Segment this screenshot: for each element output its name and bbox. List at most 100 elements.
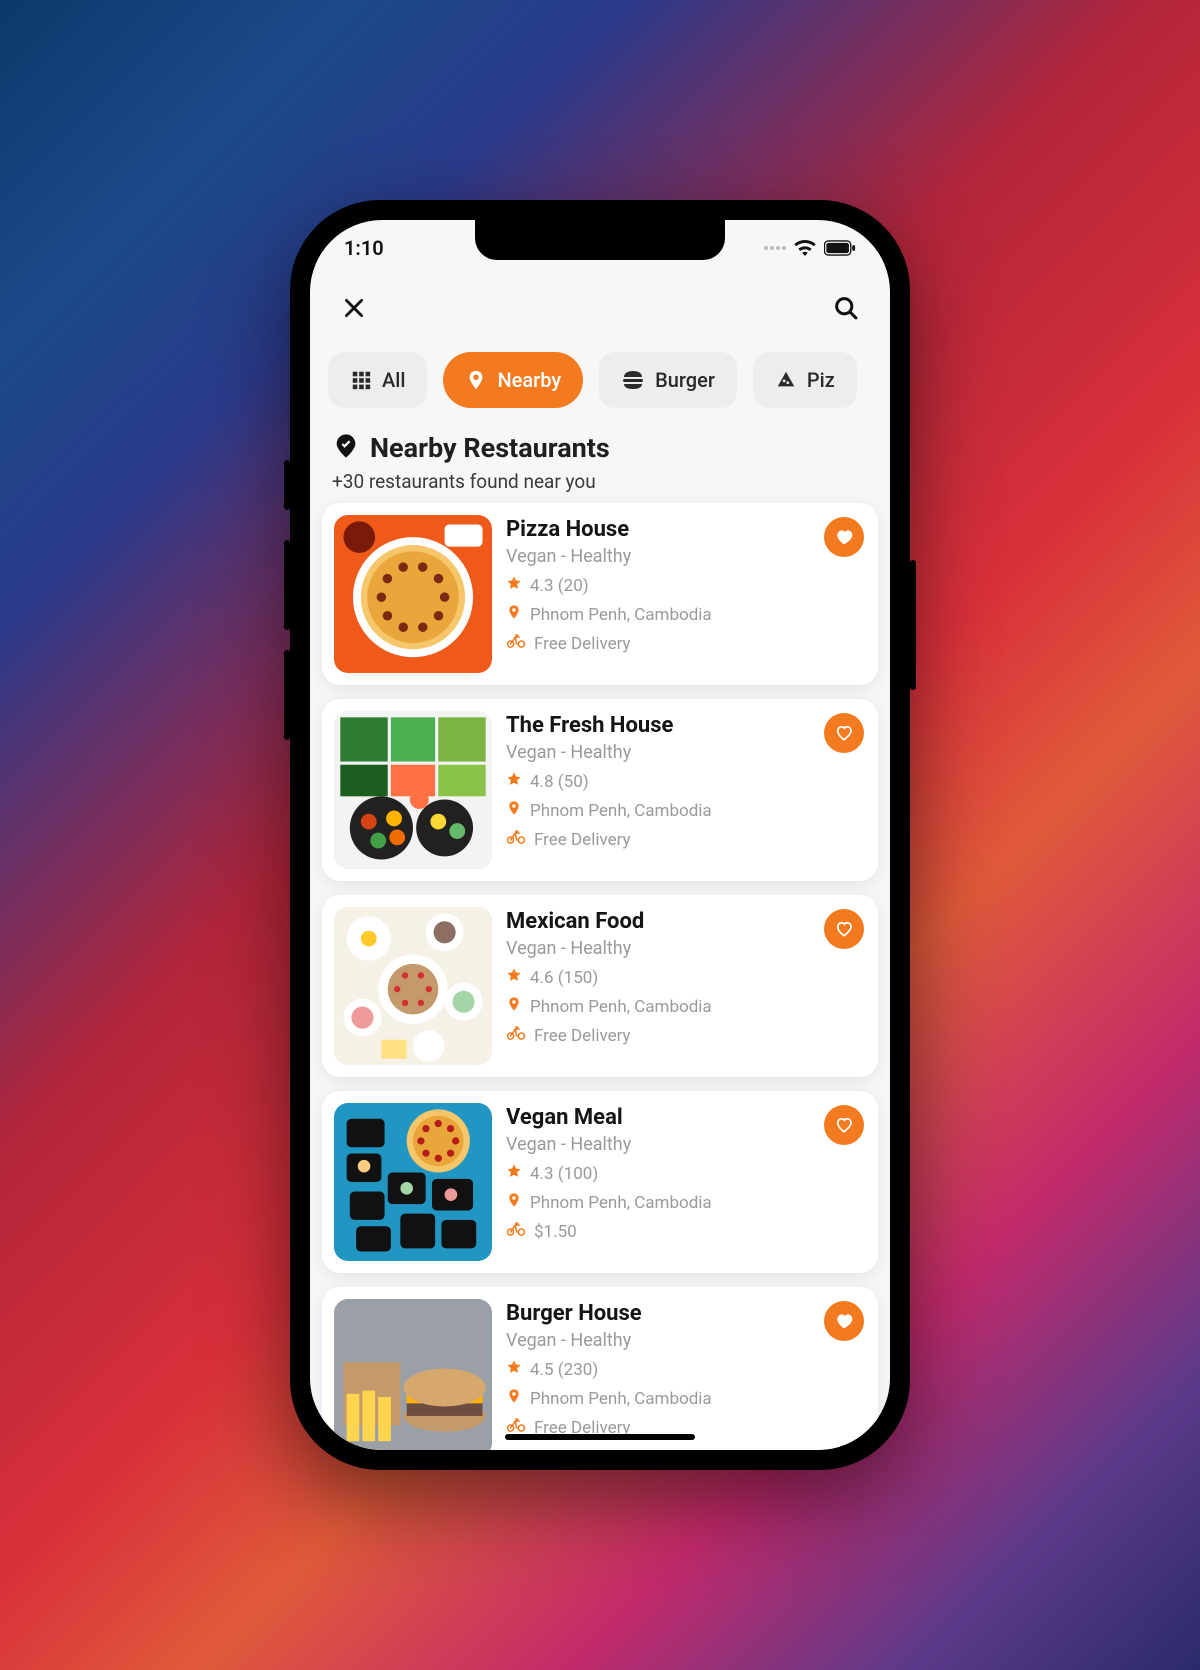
restaurant-delivery: Free Delivery (534, 830, 631, 850)
pin-icon (506, 1192, 522, 1213)
restaurant-delivery: Free Delivery (534, 1026, 631, 1046)
restaurant-body: Mexican Food Vegan - Healthy 4.6 (150) P… (506, 907, 866, 1065)
restaurant-name: Vegan Meal (506, 1105, 866, 1130)
cellular-dots-icon (764, 246, 786, 250)
restaurant-card[interactable]: Vegan Meal Vegan - Healthy 4.3 (100) Phn… (322, 1091, 878, 1273)
restaurant-card[interactable]: Mexican Food Vegan - Healthy 4.6 (150) P… (322, 895, 878, 1077)
phone-frame: 1:10 (290, 200, 910, 1470)
chip-label: Burger (655, 368, 715, 392)
pin-icon (506, 996, 522, 1017)
bike-icon (506, 633, 526, 654)
restaurant-rating-row: 4.3 (100) (506, 1163, 866, 1184)
status-right (764, 240, 856, 256)
section-subtitle: +30 restaurants found near you (332, 470, 868, 493)
restaurant-tags: Vegan - Healthy (506, 742, 866, 763)
restaurant-location-row: Phnom Penh, Cambodia (506, 996, 866, 1017)
close-icon (341, 295, 367, 325)
restaurant-delivery-row: Free Delivery (506, 829, 866, 850)
restaurant-delivery: $1.50 (534, 1222, 577, 1242)
restaurant-thumbnail (334, 515, 492, 673)
heart-icon (834, 1311, 854, 1331)
restaurant-tags: Vegan - Healthy (506, 1134, 866, 1155)
status-time: 1:10 (344, 236, 384, 260)
chip-nearby[interactable]: Nearby (443, 352, 583, 408)
battery-icon (824, 240, 856, 256)
restaurant-location-row: Phnom Penh, Cambodia (506, 604, 866, 625)
app-bar (310, 276, 890, 344)
restaurant-location: Phnom Penh, Cambodia (530, 801, 712, 821)
restaurant-location: Phnom Penh, Cambodia (530, 1389, 712, 1409)
chip-all[interactable]: All (328, 352, 427, 408)
star-icon (506, 1359, 522, 1380)
restaurant-name: Burger House (506, 1301, 866, 1326)
section-title: Nearby Restaurants (370, 432, 610, 464)
star-icon (506, 575, 522, 596)
heart-icon (834, 1115, 854, 1135)
restaurant-rating: 4.3 (100) (530, 1164, 598, 1184)
restaurant-tags: Vegan - Healthy (506, 1330, 866, 1351)
restaurant-location: Phnom Penh, Cambodia (530, 1193, 712, 1213)
restaurant-location: Phnom Penh, Cambodia (530, 997, 712, 1017)
favorite-button[interactable] (824, 1105, 864, 1145)
restaurant-card[interactable]: Burger House Vegan - Healthy 4.5 (230) P… (322, 1287, 878, 1450)
bike-icon (506, 1025, 526, 1046)
favorite-button[interactable] (824, 1301, 864, 1341)
search-icon (832, 294, 860, 326)
restaurant-name: Mexican Food (506, 909, 866, 934)
search-button[interactable] (824, 288, 868, 332)
close-button[interactable] (332, 288, 376, 332)
star-icon (506, 967, 522, 988)
phone-side-button (910, 560, 916, 690)
restaurant-location: Phnom Penh, Cambodia (530, 605, 712, 625)
grid-icon (350, 369, 372, 391)
chip-burger[interactable]: Burger (599, 352, 737, 408)
restaurant-rating: 4.3 (20) (530, 576, 589, 596)
restaurant-rating-row: 4.3 (20) (506, 575, 866, 596)
restaurant-location-row: Phnom Penh, Cambodia (506, 1388, 866, 1409)
restaurant-body: The Fresh House Vegan - Healthy 4.8 (50)… (506, 711, 866, 869)
restaurant-body: Burger House Vegan - Healthy 4.5 (230) P… (506, 1299, 866, 1450)
category-chips[interactable]: All Nearby Burger Piz (310, 344, 890, 416)
section-header: Nearby Restaurants +30 restaurants found… (310, 416, 890, 503)
pin-icon (465, 369, 487, 391)
bike-icon (506, 1221, 526, 1242)
restaurant-list[interactable]: Pizza House Vegan - Healthy 4.3 (20) Phn… (310, 503, 890, 1450)
home-indicator[interactable] (505, 1434, 695, 1440)
restaurant-rating: 4.8 (50) (530, 772, 589, 792)
phone-side-button (284, 460, 290, 510)
pizza-icon (775, 369, 797, 391)
wifi-icon (794, 240, 816, 256)
restaurant-card[interactable]: The Fresh House Vegan - Healthy 4.8 (50)… (322, 699, 878, 881)
restaurant-thumbnail (334, 1299, 492, 1450)
phone-screen: 1:10 (310, 220, 890, 1450)
restaurant-rating-row: 4.5 (230) (506, 1359, 866, 1380)
restaurant-location-row: Phnom Penh, Cambodia (506, 1192, 866, 1213)
phone-side-button (284, 540, 290, 630)
restaurant-name: Pizza House (506, 517, 866, 542)
phone-notch (475, 220, 725, 260)
heart-icon (834, 723, 854, 743)
chip-label: Piz (807, 368, 835, 392)
restaurant-tags: Vegan - Healthy (506, 546, 866, 567)
favorite-button[interactable] (824, 909, 864, 949)
pin-icon (506, 604, 522, 625)
restaurant-tags: Vegan - Healthy (506, 938, 866, 959)
pin-icon (506, 800, 522, 821)
restaurant-rating-row: 4.8 (50) (506, 771, 866, 792)
restaurant-thumbnail (334, 1103, 492, 1261)
favorite-button[interactable] (824, 713, 864, 753)
pin-check-icon (332, 432, 360, 464)
chip-piz[interactable]: Piz (753, 352, 857, 408)
restaurant-card[interactable]: Pizza House Vegan - Healthy 4.3 (20) Phn… (322, 503, 878, 685)
phone-side-button (284, 650, 290, 740)
restaurant-delivery-row: Free Delivery (506, 1025, 866, 1046)
restaurant-rating-row: 4.6 (150) (506, 967, 866, 988)
favorite-button[interactable] (824, 517, 864, 557)
star-icon (506, 771, 522, 792)
restaurant-rating: 4.6 (150) (530, 968, 598, 988)
heart-icon (834, 527, 854, 547)
restaurant-delivery-row: $1.50 (506, 1221, 866, 1242)
restaurant-thumbnail (334, 711, 492, 869)
restaurant-location-row: Phnom Penh, Cambodia (506, 800, 866, 821)
burger-icon (621, 369, 645, 391)
